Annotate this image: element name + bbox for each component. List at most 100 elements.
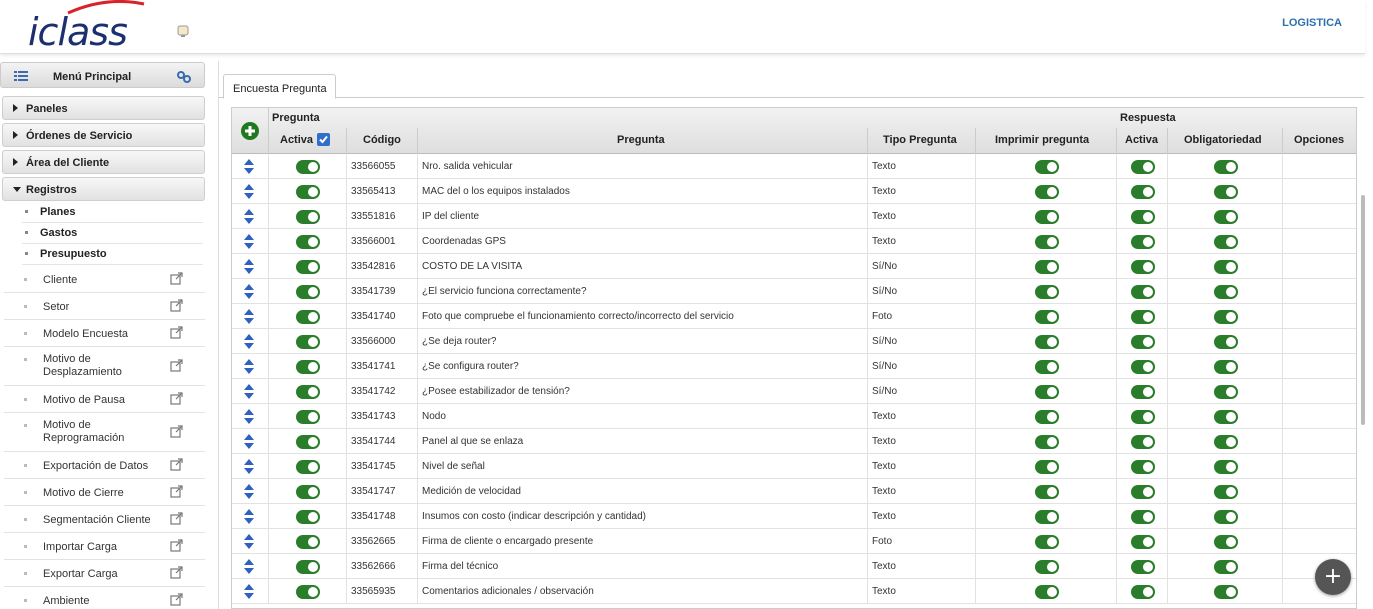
toggle-switch[interactable] — [296, 410, 320, 424]
toggle-switch[interactable] — [1035, 410, 1059, 424]
toggle-switch[interactable] — [1035, 185, 1059, 199]
tab-encuesta-pregunta[interactable]: Encuesta Pregunta — [223, 74, 336, 99]
checkbox-checked-icon[interactable] — [317, 133, 330, 146]
toggle-switch[interactable] — [1035, 560, 1059, 574]
toggle-switch[interactable] — [1131, 210, 1155, 224]
toggle-switch[interactable] — [1214, 535, 1238, 549]
toggle-switch[interactable] — [1214, 310, 1238, 324]
toggle-switch[interactable] — [1214, 160, 1238, 174]
table-row[interactable]: 33541747 Medición de velocidad Texto — [232, 479, 1356, 504]
toggle-switch[interactable] — [296, 335, 320, 349]
toggle-switch[interactable] — [296, 385, 320, 399]
sidebar-sub-presupuesto[interactable]: Presupuesto — [22, 244, 203, 265]
toggle-switch[interactable] — [1214, 285, 1238, 299]
reorder-icon[interactable] — [244, 384, 254, 399]
toggle-switch[interactable] — [1131, 460, 1155, 474]
toggle-switch[interactable] — [1214, 510, 1238, 524]
toggle-switch[interactable] — [1035, 160, 1059, 174]
sidebar-item[interactable]: Segmentación Cliente — [4, 506, 205, 533]
table-row[interactable]: 33565935 Comentarios adicionales / observ… — [232, 579, 1356, 604]
toggle-switch[interactable] — [1035, 360, 1059, 374]
external-link-icon[interactable] — [170, 593, 183, 606]
link-icon[interactable] — [177, 70, 191, 84]
table-row[interactable]: 33551816 IP del cliente Texto — [232, 204, 1356, 229]
toggle-switch[interactable] — [1214, 385, 1238, 399]
sidebar-item[interactable]: Exportación de Datos — [4, 452, 205, 479]
toggle-switch[interactable] — [1214, 210, 1238, 224]
sidebar-item[interactable]: Motivo de Reprogramación — [4, 413, 205, 452]
sidebar-item[interactable]: Ambiente — [4, 587, 205, 609]
toggle-switch[interactable] — [1035, 210, 1059, 224]
toggle-switch[interactable] — [1131, 435, 1155, 449]
sidebar-section-ordenes[interactable]: Órdenes de Servicio — [2, 123, 205, 147]
reorder-icon[interactable] — [244, 284, 254, 299]
toggle-switch[interactable] — [1035, 510, 1059, 524]
toggle-switch[interactable] — [1131, 535, 1155, 549]
table-row[interactable]: 33541745 Nivel de señal Texto — [232, 454, 1356, 479]
reorder-icon[interactable] — [244, 484, 254, 499]
table-row[interactable]: 33541741 ¿Se configura router? Sí/No — [232, 354, 1356, 379]
toggle-switch[interactable] — [1214, 410, 1238, 424]
reorder-icon[interactable] — [244, 309, 254, 324]
sidebar-item[interactable]: Motivo de Desplazamiento — [4, 347, 205, 386]
sidebar-section-area-cliente[interactable]: Área del Cliente — [2, 150, 205, 174]
toggle-switch[interactable] — [296, 510, 320, 524]
reorder-icon[interactable] — [244, 259, 254, 274]
toggle-switch[interactable] — [296, 185, 320, 199]
toggle-switch[interactable] — [1131, 385, 1155, 399]
table-row[interactable]: 33566001 Coordenadas GPS Texto — [232, 229, 1356, 254]
table-row[interactable]: 33541743 Nodo Texto — [232, 404, 1356, 429]
toggle-switch[interactable] — [1131, 335, 1155, 349]
header-pregunta[interactable]: Pregunta — [418, 128, 868, 154]
toggle-switch[interactable] — [1035, 485, 1059, 499]
header-resp-activa[interactable]: Activa — [1117, 128, 1168, 154]
notification-icon[interactable] — [176, 24, 190, 38]
toggle-switch[interactable] — [1035, 260, 1059, 274]
external-link-icon[interactable] — [170, 539, 183, 552]
toggle-switch[interactable] — [1131, 560, 1155, 574]
toggle-switch[interactable] — [1214, 260, 1238, 274]
external-link-icon[interactable] — [170, 272, 183, 285]
header-obligatoriedad[interactable]: Obligatoriedad — [1168, 128, 1283, 154]
toggle-switch[interactable] — [296, 360, 320, 374]
toggle-switch[interactable] — [1131, 510, 1155, 524]
external-link-icon[interactable] — [170, 485, 183, 498]
sidebar-section-registros[interactable]: Registros — [2, 177, 205, 201]
toggle-switch[interactable] — [296, 160, 320, 174]
toggle-switch[interactable] — [1131, 160, 1155, 174]
toggle-switch[interactable] — [1131, 310, 1155, 324]
toggle-switch[interactable] — [1035, 585, 1059, 599]
add-circle-icon[interactable] — [241, 122, 259, 140]
sidebar-item[interactable]: Cliente — [4, 266, 205, 293]
sidebar-item[interactable]: Exportar Carga — [4, 560, 205, 587]
external-link-icon[interactable] — [170, 425, 183, 438]
header-imprimir[interactable]: Imprimir pregunta — [976, 128, 1117, 154]
toggle-switch[interactable] — [296, 435, 320, 449]
toggle-switch[interactable] — [1035, 310, 1059, 324]
reorder-icon[interactable] — [244, 534, 254, 549]
reorder-icon[interactable] — [244, 509, 254, 524]
toggle-switch[interactable] — [1214, 485, 1238, 499]
reorder-icon[interactable] — [244, 584, 254, 599]
table-row[interactable]: 33566055 Nro. salida vehicular Texto — [232, 154, 1356, 179]
sidebar-item[interactable]: Motivo de Cierre — [4, 479, 205, 506]
toggle-switch[interactable] — [1214, 360, 1238, 374]
reorder-icon[interactable] — [244, 184, 254, 199]
toggle-switch[interactable] — [1214, 185, 1238, 199]
external-link-icon[interactable] — [170, 326, 183, 339]
external-link-icon[interactable] — [170, 512, 183, 525]
reorder-icon[interactable] — [244, 159, 254, 174]
toggle-switch[interactable] — [1214, 460, 1238, 474]
reorder-icon[interactable] — [244, 209, 254, 224]
toggle-switch[interactable] — [1035, 235, 1059, 249]
user-menu-link[interactable]: LOGISTICA — [1282, 17, 1342, 29]
sidebar-item[interactable]: Motivo de Pausa — [4, 386, 205, 413]
table-row[interactable]: 33541744 Panel al que se enlaza Texto — [232, 429, 1356, 454]
toggle-switch[interactable] — [1214, 585, 1238, 599]
toggle-switch[interactable] — [296, 460, 320, 474]
toggle-switch[interactable] — [1131, 585, 1155, 599]
sidebar-item[interactable]: Modelo Encuesta — [4, 320, 205, 347]
iclass-logo[interactable]: iclass — [28, 0, 148, 54]
header-tipo[interactable]: Tipo Pregunta — [868, 128, 976, 154]
table-row[interactable]: 33541748 Insumos con costo (indicar descr… — [232, 504, 1356, 529]
